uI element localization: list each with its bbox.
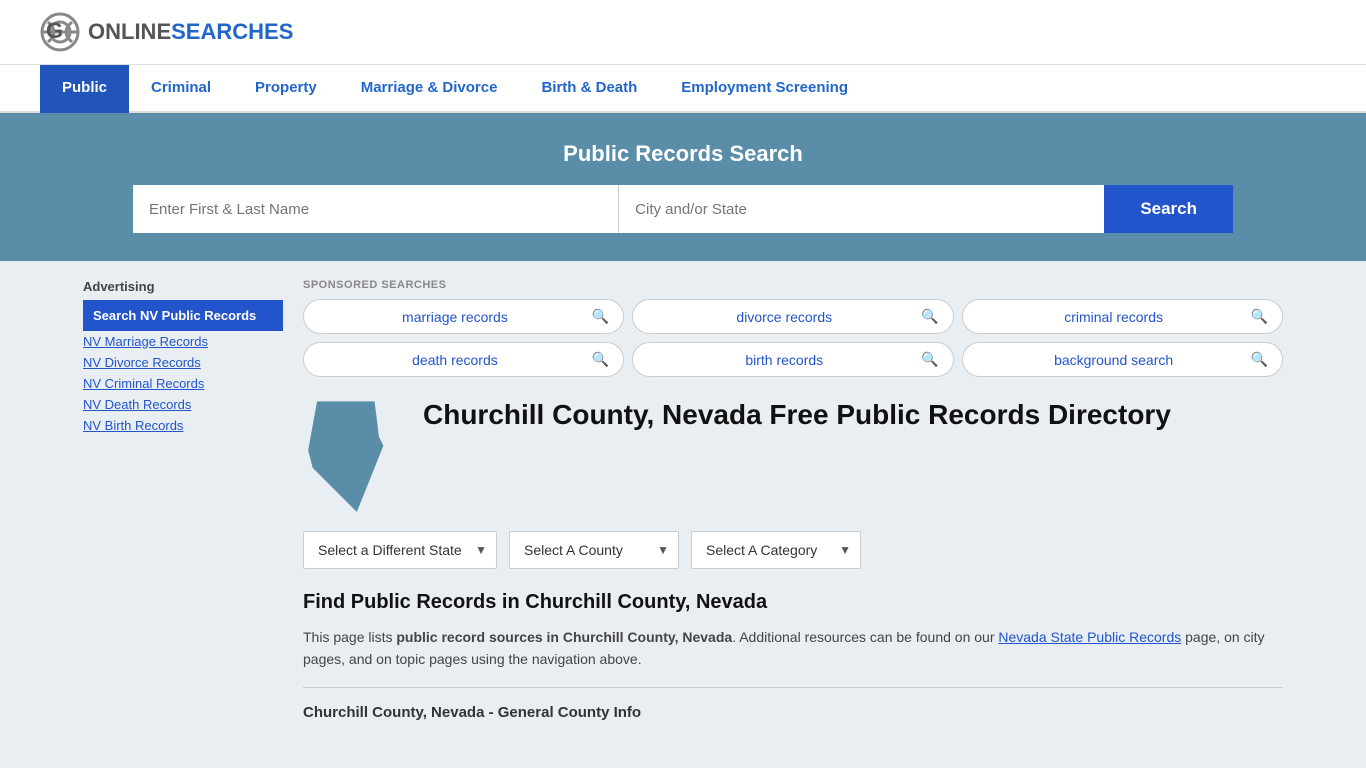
logo[interactable]: G ONLINESEARCHES xyxy=(40,12,293,52)
search-icon-background: 🔍 xyxy=(1251,351,1268,368)
state-section: Churchill County, Nevada Free Public Rec… xyxy=(303,397,1283,515)
sidebar-link-birth[interactable]: NV Birth Records xyxy=(83,415,283,436)
nav-item-birth[interactable]: Birth & Death xyxy=(519,65,659,113)
find-desc-1: This page lists xyxy=(303,629,396,645)
sidebar-ad-label: Advertising xyxy=(83,279,283,294)
state-dropdown[interactable]: Select a Different State xyxy=(303,531,497,569)
search-icon-divorce: 🔍 xyxy=(921,308,938,325)
hero-title: Public Records Search xyxy=(40,141,1326,167)
sponsored-tag-marriage[interactable]: marriage records 🔍 xyxy=(303,299,624,334)
nav-item-property[interactable]: Property xyxy=(233,65,339,113)
sidebar-link-marriage[interactable]: NV Marriage Records xyxy=(83,331,283,352)
sponsored-tag-death-text: death records xyxy=(318,352,592,368)
sponsored-tag-death[interactable]: death records 🔍 xyxy=(303,342,624,377)
logo-text-searches: SEARCHES xyxy=(171,19,293,44)
hero-section: Public Records Search Search xyxy=(0,113,1366,261)
page-title: Churchill County, Nevada Free Public Rec… xyxy=(423,397,1171,433)
sponsored-tag-background[interactable]: background search 🔍 xyxy=(962,342,1283,377)
svg-text:G: G xyxy=(46,18,63,43)
search-button[interactable]: Search xyxy=(1104,185,1233,233)
sponsored-tag-criminal-text: criminal records xyxy=(977,309,1251,325)
search-icon-marriage: 🔍 xyxy=(592,308,609,325)
search-icon-birth: 🔍 xyxy=(921,351,938,368)
sponsored-tag-criminal[interactable]: criminal records 🔍 xyxy=(962,299,1283,334)
sponsored-label: SPONSORED SEARCHES xyxy=(303,279,1283,291)
county-dropdown-wrapper: Select A County ▼ xyxy=(509,531,679,569)
sponsored-tag-divorce[interactable]: divorce records 🔍 xyxy=(632,299,953,334)
category-dropdown-wrapper: Select A Category ▼ xyxy=(691,531,861,569)
sponsored-tag-birth-text: birth records xyxy=(647,352,921,368)
find-title: Find Public Records in Churchill County,… xyxy=(303,591,1283,614)
sidebar-link-death[interactable]: NV Death Records xyxy=(83,394,283,415)
sponsored-tag-birth[interactable]: birth records 🔍 xyxy=(632,342,953,377)
sponsored-tag-divorce-text: divorce records xyxy=(647,309,921,325)
section-divider xyxy=(303,687,1283,688)
name-input[interactable] xyxy=(133,185,619,233)
county-dropdown[interactable]: Select A County xyxy=(509,531,679,569)
sidebar-ad-active[interactable]: Search NV Public Records xyxy=(83,300,283,331)
search-icon-criminal: 🔍 xyxy=(1251,308,1268,325)
nav-item-employment[interactable]: Employment Screening xyxy=(659,65,870,113)
category-dropdown[interactable]: Select A Category xyxy=(691,531,861,569)
main-content: SPONSORED SEARCHES marriage records 🔍 di… xyxy=(303,279,1283,721)
general-info-title: Churchill County, Nevada - General Count… xyxy=(303,704,1283,721)
find-desc-bold: public record sources in Churchill Count… xyxy=(396,629,732,645)
sponsored-tag-marriage-text: marriage records xyxy=(318,309,592,325)
site-header: G ONLINESEARCHES xyxy=(0,0,1366,65)
search-bar: Search xyxy=(133,185,1233,233)
nav-item-criminal[interactable]: Criminal xyxy=(129,65,233,113)
main-nav: Public Criminal Property Marriage & Divo… xyxy=(0,65,1366,113)
nevada-map xyxy=(303,397,403,515)
main-wrapper: Advertising Search NV Public Records NV … xyxy=(63,261,1303,739)
nav-item-public[interactable]: Public xyxy=(40,65,129,113)
find-desc: This page lists public record sources in… xyxy=(303,626,1283,671)
find-desc-2: . Additional resources can be found on o… xyxy=(732,629,998,645)
sidebar-link-divorce[interactable]: NV Divorce Records xyxy=(83,352,283,373)
state-dropdown-wrapper: Select a Different State ▼ xyxy=(303,531,497,569)
nevada-records-link[interactable]: Nevada State Public Records xyxy=(998,629,1181,645)
logo-text-online: ONLINE xyxy=(88,19,171,44)
nav-item-marriage[interactable]: Marriage & Divorce xyxy=(339,65,520,113)
sidebar: Advertising Search NV Public Records NV … xyxy=(83,279,283,721)
dropdown-row: Select a Different State ▼ Select A Coun… xyxy=(303,531,1283,569)
location-input[interactable] xyxy=(619,185,1104,233)
sponsored-grid: marriage records 🔍 divorce records 🔍 cri… xyxy=(303,299,1283,377)
logo-icon: G xyxy=(40,12,80,52)
search-icon-death: 🔍 xyxy=(592,351,609,368)
nevada-svg xyxy=(303,397,393,512)
sponsored-tag-background-text: background search xyxy=(977,352,1251,368)
sidebar-link-criminal[interactable]: NV Criminal Records xyxy=(83,373,283,394)
